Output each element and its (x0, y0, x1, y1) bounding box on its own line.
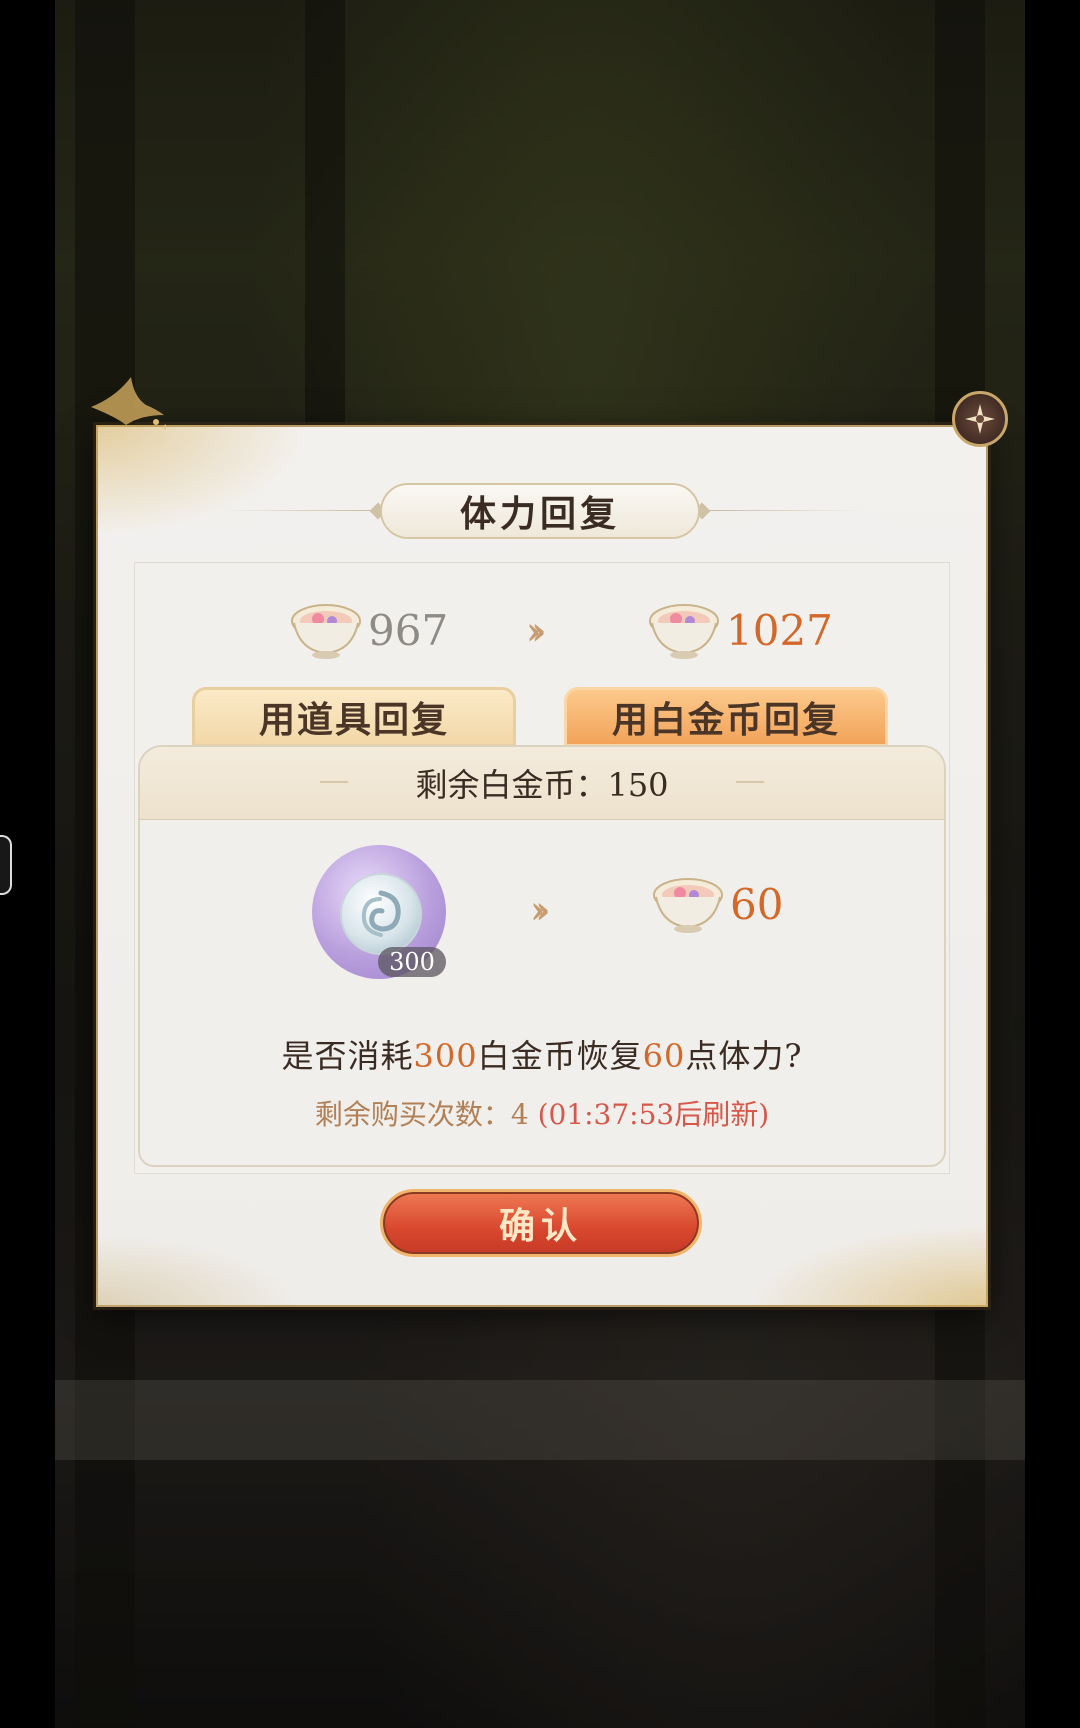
stamina-arrow: ›› (526, 595, 547, 665)
tab-use-item[interactable]: 用道具回复 (192, 687, 516, 747)
stamina-cup-icon (653, 878, 723, 933)
dialog-title: 体力回复 (459, 493, 620, 535)
title-divider-right (704, 510, 864, 511)
double-chevron-right-icon: ›› (530, 887, 551, 932)
tab-use-platinum-coin[interactable]: 用白金币回复 (564, 687, 888, 747)
refresh-timer: (01:37:53后刷新) (537, 1098, 770, 1131)
stamina-cup-icon (291, 604, 361, 659)
remaining-coins-header: 剩余白金币：150 (140, 747, 944, 820)
stamina-after: 1027 (648, 595, 833, 665)
confirm-button[interactable]: 确认 (380, 1189, 702, 1257)
gain-amount-value: 60 (730, 879, 784, 929)
title-plaque: 体力回复 (380, 483, 700, 539)
coin-cost-badge: 300 (378, 947, 446, 977)
close-button[interactable] (952, 391, 1008, 447)
confirm-question: 是否消耗300白金币恢复60点体力? (281, 1037, 803, 1075)
bird-ornament-icon (91, 377, 166, 430)
swirl-icon (361, 890, 401, 937)
platinum-coin-card: 剩余白金币：150 300 ›› 60 是否消耗300白金币恢复60点体力? 剩… (138, 745, 946, 1167)
side-drawer-handle[interactable] (0, 835, 12, 895)
stamina-after-value: 1027 (726, 605, 833, 655)
double-chevron-right-icon: ›› (526, 607, 547, 653)
close-icon (965, 404, 995, 434)
stamina-current-value: 967 (368, 605, 449, 655)
title-divider-left (218, 510, 378, 511)
gain-arrow: ›› (530, 887, 551, 932)
remaining-coins-text: 剩余白金币：150 (415, 766, 669, 804)
remaining-purchases: 剩余购买次数：4 (01:37:53后刷新) (314, 1098, 770, 1131)
stamina-cup-icon (649, 604, 719, 659)
stamina-recovery-dialog: 体力回复 967 ›› 1027 用道具回复 用白金币回复 剩余白金币：150 … (91, 377, 1008, 1307)
stamina-current: 967 (290, 595, 448, 665)
gain-stamina: 60 (652, 875, 783, 933)
